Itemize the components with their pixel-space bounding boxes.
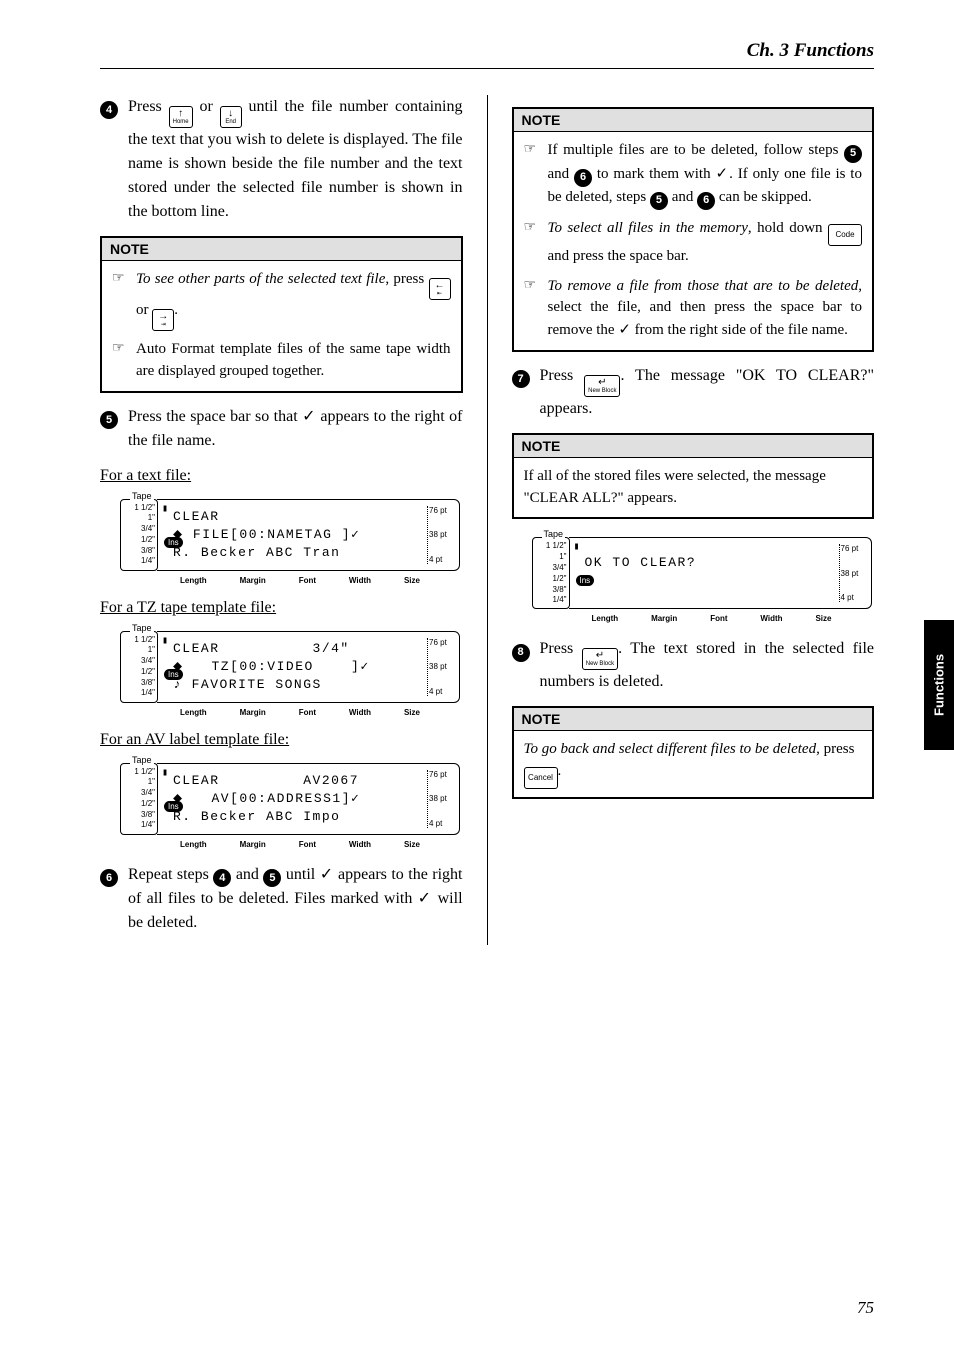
note-title: NOTE [514, 109, 873, 132]
lcd-screen-3: Tape ▮ 1 1/2"1"3/4"1/2"3/8"1/4" Ins CLEA… [120, 757, 463, 849]
note-box-3: NOTE If all of the stored files were sel… [512, 433, 875, 520]
lcd-screen-2: Tape ▮ 1 1/2"1"3/4"1/2"3/8"1/4" Ins CLEA… [120, 625, 463, 717]
note-box-4: NOTE To go back and select different fil… [512, 706, 875, 799]
end-key: ↓End [220, 106, 242, 128]
pointer-icon: ☞ [524, 140, 548, 210]
step-number-4: 4 [100, 101, 118, 119]
code-key: Code [828, 224, 862, 246]
step-number-8: 8 [512, 644, 530, 662]
note-title: NOTE [102, 238, 461, 261]
note-box-1: NOTE ☞ To see other parts of the selecte… [100, 236, 463, 393]
new-block-key: ↵New Block [584, 375, 620, 397]
step-6: 6 Repeat steps 4 and 5 until ✓ appears t… [100, 863, 463, 935]
step-5: 5 Press the space bar so that ✓ appears … [100, 405, 463, 453]
step-number-7: 7 [512, 370, 530, 388]
step-number-6: 6 [100, 869, 118, 887]
step-7: 7 Press ↵New Block. The message "OK TO C… [512, 364, 875, 421]
note-title: NOTE [514, 708, 873, 731]
side-tab-functions: Functions [924, 620, 954, 750]
step-8: 8 Press ↵New Block. The text stored in t… [512, 637, 875, 694]
left-key: ←⇤ [429, 278, 451, 300]
chapter-header: Ch. 3 Functions [100, 40, 874, 69]
note-title: NOTE [514, 435, 873, 458]
pointer-icon: ☞ [524, 276, 548, 342]
new-block-key: ↵New Block [582, 648, 618, 670]
cancel-key: Cancel [524, 767, 558, 789]
subhead-text-file: For a text file: [100, 467, 463, 485]
step-4: 4 Press ↑Home or ↓End until the file num… [100, 95, 463, 224]
right-key: →⇥ [152, 309, 174, 331]
step-number-5: 5 [100, 411, 118, 429]
lcd-screen-4: Tape ▮ 1 1/2"1"3/4"1/2"3/8"1/4" Ins OK T… [532, 531, 875, 623]
pointer-icon: ☞ [112, 339, 136, 383]
home-key: ↑Home [169, 106, 193, 128]
subhead-av-file: For an AV label template file: [100, 731, 463, 749]
pointer-icon: ☞ [112, 269, 136, 331]
subhead-tz-file: For a TZ tape template file: [100, 599, 463, 617]
page-number: 75 [857, 1298, 874, 1318]
lcd-screen-1: Tape ▮ 1 1/2"1"3/4"1/2"3/8"1/4" Ins CLEA… [120, 493, 463, 585]
pointer-icon: ☞ [524, 218, 548, 268]
note-box-2: NOTE ☞ If multiple files are to be delet… [512, 107, 875, 352]
